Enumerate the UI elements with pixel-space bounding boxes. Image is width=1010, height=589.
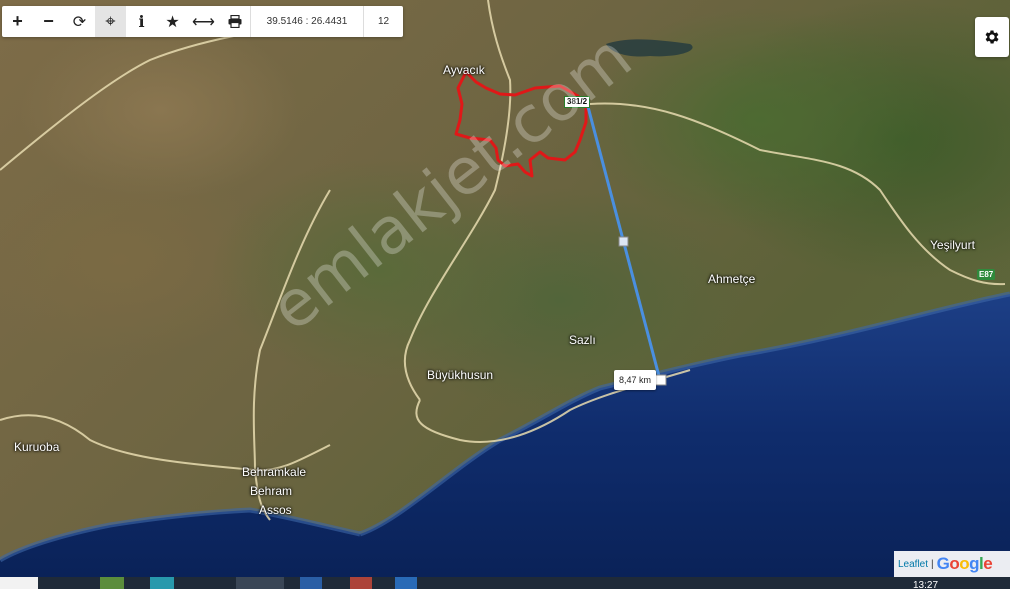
road-northwest	[0, 19, 331, 171]
taskbar-app-2[interactable]	[150, 577, 174, 589]
taskbar-app-active[interactable]	[236, 577, 284, 589]
gear-icon	[985, 30, 999, 44]
map-overlay	[0, 0, 1010, 578]
distance-label: 8,47 km	[614, 370, 657, 390]
map-attribution: Leaflet | Google	[894, 551, 1010, 577]
refresh-button[interactable]: ⟳	[64, 6, 95, 37]
leaflet-link[interactable]: Leaflet	[898, 559, 928, 570]
print-button[interactable]	[219, 6, 250, 37]
print-icon	[228, 15, 241, 28]
zoom-level-readout: 12	[363, 6, 403, 37]
info-icon: i	[138, 12, 145, 31]
map-toolbar: + − ⟳ ⌖ i ★ ⟷ 39.5146 : 26.4431 12	[2, 6, 403, 37]
measure-midpoint-handle	[618, 236, 629, 247]
road-east	[589, 102, 1006, 286]
minus-icon: −	[43, 11, 54, 31]
locate-button[interactable]: ⌖	[95, 6, 126, 37]
taskbar-app-1[interactable]	[100, 577, 124, 589]
place-yesilyurt: Yeşilyurt	[930, 238, 975, 252]
place-buyukhusun: Büyükhusun	[427, 368, 494, 382]
attribution-separator: |	[931, 558, 934, 570]
zoom-in-button[interactable]: +	[2, 6, 33, 37]
place-behram: Behram	[250, 484, 293, 498]
refresh-icon: ⟳	[72, 13, 87, 31]
road-label-e87: E87	[977, 269, 996, 280]
taskbar-start[interactable]	[0, 577, 38, 589]
info-button[interactable]: i	[126, 6, 157, 37]
taskbar-app-4[interactable]	[350, 577, 372, 589]
place-behramkale: Behramkale	[242, 465, 307, 479]
zoom-out-button[interactable]: −	[33, 6, 64, 37]
plus-icon: +	[12, 11, 23, 31]
settings-button[interactable]	[975, 17, 1009, 57]
measure-button[interactable]: ⟷	[188, 6, 219, 37]
taskbar-app-5[interactable]	[395, 577, 417, 589]
google-logo: Google	[936, 554, 993, 573]
measure-arrows-icon: ⟷	[192, 13, 215, 31]
taskbar-app-3[interactable]	[300, 577, 322, 589]
star-icon: ★	[165, 13, 180, 31]
coordinates-readout: 39.5146 : 26.4431	[250, 6, 363, 37]
crosshair-icon: ⌖	[105, 11, 116, 31]
place-sazli: Sazlı	[569, 333, 596, 347]
place-ayvacik: Ayvacık	[443, 63, 485, 77]
measure-end-handle	[654, 374, 667, 386]
favorite-button[interactable]: ★	[157, 6, 188, 37]
place-ahmetce: Ahmetçe	[708, 272, 756, 286]
place-assos: Assos	[259, 503, 292, 517]
place-kuruoba: Kuruoba	[14, 440, 60, 454]
os-taskbar	[0, 577, 1010, 589]
taskbar-clock: 13:27	[913, 580, 939, 589]
